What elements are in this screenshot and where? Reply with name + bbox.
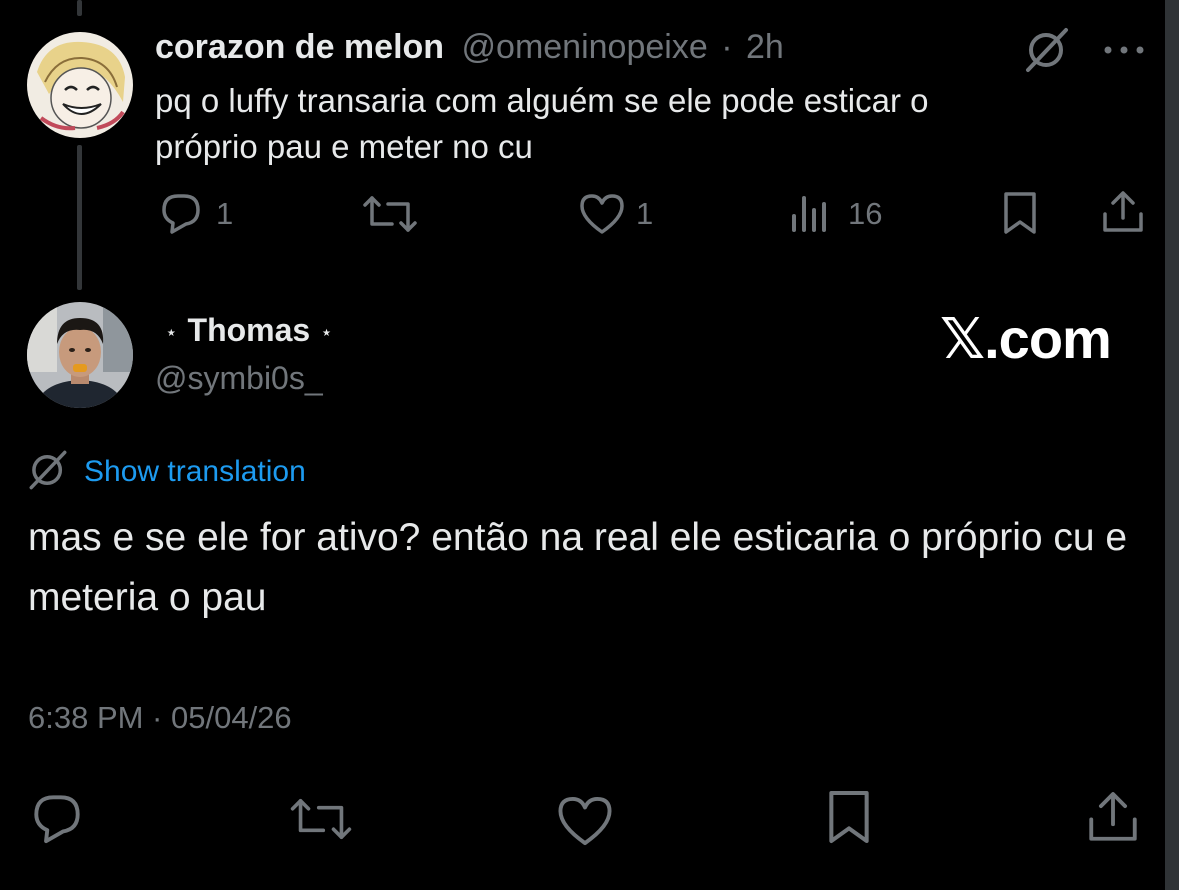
star-right: ⋆: [320, 322, 333, 345]
translate-icon[interactable]: [26, 448, 70, 492]
show-translation-link[interactable]: Show translation: [84, 455, 306, 489]
like-icon[interactable]: [554, 794, 616, 848]
time-ago[interactable]: 2h: [746, 28, 784, 66]
more-icon[interactable]: [1100, 40, 1148, 60]
star-left: ⋆: [165, 322, 178, 345]
thread-line: [77, 145, 82, 290]
retweet-icon[interactable]: [362, 192, 418, 236]
tweet-text: pq o luffy transaria com alguém se ele p…: [155, 82, 929, 165]
avatar[interactable]: [27, 32, 133, 138]
bookmark-icon[interactable]: [822, 788, 876, 846]
handle[interactable]: @symbi0s_: [155, 360, 323, 397]
share-icon[interactable]: [1100, 188, 1146, 236]
like-count: 1: [636, 196, 654, 231]
separator: ·: [721, 28, 733, 66]
reply-icon[interactable]: [158, 190, 204, 236]
display-name-text: Thomas: [187, 312, 311, 348]
thread-line-top: [77, 0, 82, 16]
timestamp[interactable]: 6:38 PM · 05/04/26: [28, 700, 292, 736]
share-icon[interactable]: [1084, 788, 1142, 846]
tweet-text: mas e se ele for ativo? então na real el…: [28, 516, 1128, 619]
views-icon[interactable]: [790, 192, 834, 236]
view-count: 16: [848, 196, 883, 231]
scrollbar-edge: [1165, 0, 1179, 890]
reply-icon[interactable]: [28, 790, 86, 846]
retweet-icon[interactable]: [286, 794, 356, 844]
display-name[interactable]: corazon de melon: [155, 28, 444, 66]
avatar[interactable]: [27, 302, 133, 408]
watermark: 𝕏.com: [940, 307, 1112, 370]
handle[interactable]: @omeninopeixe: [462, 28, 708, 66]
like-icon[interactable]: [578, 192, 626, 236]
reply-count: 1: [216, 196, 234, 231]
translate-icon[interactable]: [1022, 26, 1072, 74]
bookmark-icon[interactable]: [1000, 190, 1040, 236]
tweet-header: corazon de melon @omeninopeixe · 2h: [155, 28, 784, 67]
display-name[interactable]: ⋆ Thomas ⋆: [155, 312, 343, 349]
